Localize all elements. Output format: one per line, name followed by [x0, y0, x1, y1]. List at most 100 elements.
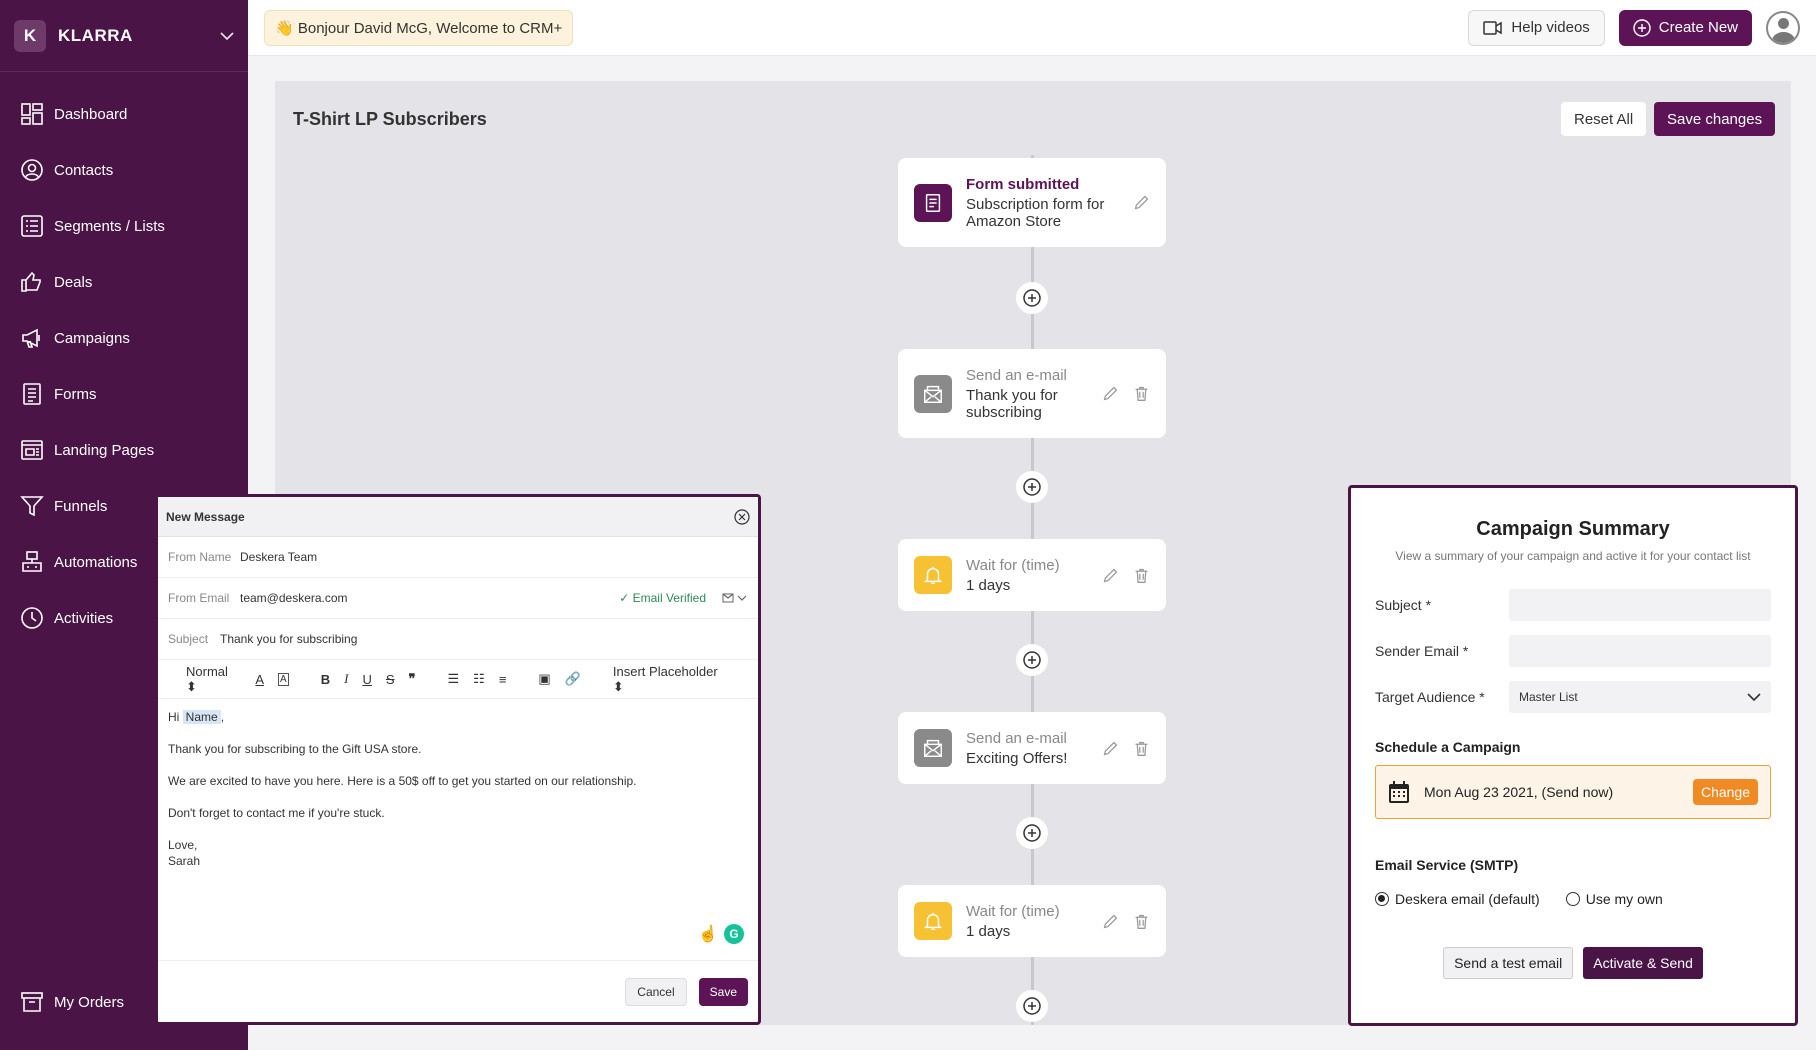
plus-circle-icon — [1023, 478, 1041, 496]
add-step-button[interactable] — [1016, 282, 1048, 314]
name-placeholder-tag[interactable]: Name — [182, 710, 221, 724]
edit-icon[interactable] — [1133, 194, 1150, 211]
org-switcher[interactable]: K KLARRA — [0, 0, 248, 72]
top-actions: Help videos Create New — [1468, 9, 1800, 46]
add-step-button[interactable] — [1016, 817, 1048, 849]
flow-node-send-email[interactable]: Send an e-mail Exciting Offers! — [898, 712, 1166, 784]
insert-placeholder-select[interactable]: Insert Placeholder ⬍ — [613, 664, 730, 695]
subject-input[interactable] — [1509, 589, 1771, 621]
activate-send-button[interactable]: Activate & Send — [1583, 947, 1703, 979]
flow-node-send-email[interactable]: Send an e-mail Thank you for subscribing — [898, 349, 1166, 438]
add-step-button[interactable] — [1016, 471, 1048, 503]
format-select[interactable]: Normal ⬍ — [186, 664, 241, 695]
plus-circle-icon — [1633, 18, 1651, 37]
font-color-icon[interactable]: A — [255, 672, 264, 687]
change-schedule-button[interactable]: Change — [1692, 779, 1758, 805]
sender-email-input[interactable] — [1509, 635, 1771, 667]
smtp-option-own[interactable]: Use my own — [1565, 891, 1663, 907]
reset-all-button[interactable]: Reset All — [1561, 102, 1647, 136]
link-icon[interactable]: 🔗 — [565, 671, 581, 687]
email-icon — [914, 374, 952, 413]
edit-icon[interactable] — [1102, 740, 1119, 757]
bold-icon[interactable]: B — [321, 672, 330, 687]
strikethrough-icon[interactable]: S — [386, 672, 395, 687]
close-icon[interactable] — [734, 508, 750, 525]
sidebar-item-landing-pages[interactable]: Landing Pages — [0, 422, 248, 478]
sidebar-item-campaigns[interactable]: Campaigns — [0, 310, 248, 366]
modal-title: New Message — [166, 509, 245, 524]
form-icon — [23, 383, 41, 405]
flow-node-wait[interactable]: Wait for (time) 1 days — [898, 539, 1166, 611]
node-subtitle: Subscription form for Amazon Store — [966, 195, 1105, 230]
trash-icon[interactable] — [1133, 913, 1150, 930]
funnel-icon — [20, 496, 44, 517]
edit-icon[interactable] — [1102, 385, 1119, 402]
subject-field[interactable]: Thank you for subscribing — [220, 632, 357, 646]
sidebar-item-label: Contacts — [54, 161, 114, 179]
email-dropdown-icon[interactable] — [722, 592, 748, 604]
from-name-field[interactable]: Deskera Team — [240, 550, 317, 564]
smtp-option-deskera[interactable]: Deskera email (default) — [1375, 891, 1540, 907]
sidebar-item-label: Forms — [54, 385, 97, 403]
radio-selected-icon — [1375, 892, 1389, 906]
sidebar-item-contacts[interactable]: Contacts — [0, 142, 248, 198]
plus-circle-icon — [1023, 997, 1041, 1015]
bullet-list-icon[interactable]: ☷ — [473, 671, 485, 687]
underline-icon[interactable]: U — [362, 672, 371, 687]
highlight-icon[interactable]: A — [278, 672, 289, 686]
image-icon[interactable]: ▣ — [538, 671, 550, 687]
from-email-field[interactable]: team@deskera.com — [240, 591, 348, 605]
add-step-button[interactable] — [1016, 990, 1048, 1022]
org-name: KLARRA — [58, 25, 133, 45]
ordered-list-icon[interactable]: ☰ — [448, 671, 460, 687]
body-line: Don't forget to contact me if you're stu… — [168, 806, 385, 820]
sidebar-item-forms[interactable]: Forms — [0, 366, 248, 422]
sidebar-item-deals[interactable]: Deals — [0, 254, 248, 310]
blockquote-icon[interactable]: ❞ — [409, 671, 416, 687]
target-audience-row: Target Audience * Master List — [1375, 681, 1771, 713]
target-audience-select[interactable]: Master List — [1509, 681, 1771, 713]
summary-subtitle: View a summary of your campaign and acti… — [1395, 549, 1751, 563]
summary-title: Campaign Summary — [1476, 518, 1670, 540]
node-title: Form submitted — [966, 175, 1080, 193]
send-test-email-button[interactable]: Send a test email — [1443, 947, 1574, 979]
subject-row: Subject Thank you for subscribing — [158, 619, 758, 660]
create-new-button[interactable]: Create New — [1618, 9, 1752, 46]
grammarly-icon[interactable]: G — [724, 924, 744, 944]
subject-row: Subject * — [1375, 589, 1771, 621]
greeting-text: Hi — [168, 710, 183, 724]
edit-icon[interactable] — [1102, 567, 1119, 584]
subject-label: Subject * — [1375, 597, 1432, 613]
italic-icon[interactable]: I — [344, 671, 348, 687]
sidebar-item-label: Funnels — [54, 497, 108, 515]
editor-extensions: ☝ G — [698, 924, 744, 944]
align-icon[interactable]: ≡ — [499, 672, 507, 687]
chevron-down-icon — [220, 28, 234, 44]
sidebar-item-dashboard[interactable]: Dashboard — [0, 86, 248, 142]
email-body-editor[interactable]: Hi Name, Thank you for subscribing to th… — [158, 699, 758, 879]
sidebar-item-segments[interactable]: Segments / Lists — [0, 198, 248, 254]
save-changes-button[interactable]: Save changes — [1654, 102, 1776, 136]
flow-node-wait[interactable]: Wait for (time) 1 days — [898, 885, 1166, 957]
plus-circle-icon — [1023, 651, 1041, 669]
node-subtitle: 1 days — [966, 576, 1011, 594]
pointing-hand-icon[interactable]: ☝ — [698, 924, 718, 944]
trash-icon[interactable] — [1133, 740, 1150, 757]
calendar-icon — [1389, 781, 1409, 803]
list-icon — [21, 215, 43, 237]
sidebar-item-label: Deals — [54, 273, 93, 291]
edit-icon[interactable] — [1102, 913, 1119, 930]
save-button[interactable]: Save — [698, 977, 748, 1006]
add-step-button[interactable] — [1016, 644, 1048, 676]
avatar[interactable] — [1766, 10, 1800, 45]
trash-icon[interactable] — [1133, 385, 1150, 402]
target-audience-label: Target Audience * — [1375, 689, 1485, 705]
from-email-row: From Email team@deskera.com ✓ Email Veri… — [158, 578, 758, 619]
flow-node-trigger[interactable]: Form submitted Subscription form for Ama… — [898, 158, 1166, 247]
page-title: T-Shirt LP Subscribers — [293, 109, 487, 129]
cancel-button[interactable]: Cancel — [625, 977, 687, 1006]
clock-icon — [21, 607, 43, 629]
trash-icon[interactable] — [1133, 567, 1150, 584]
sender-email-row: Sender Email * — [1375, 635, 1771, 667]
help-videos-button[interactable]: Help videos — [1468, 9, 1605, 46]
